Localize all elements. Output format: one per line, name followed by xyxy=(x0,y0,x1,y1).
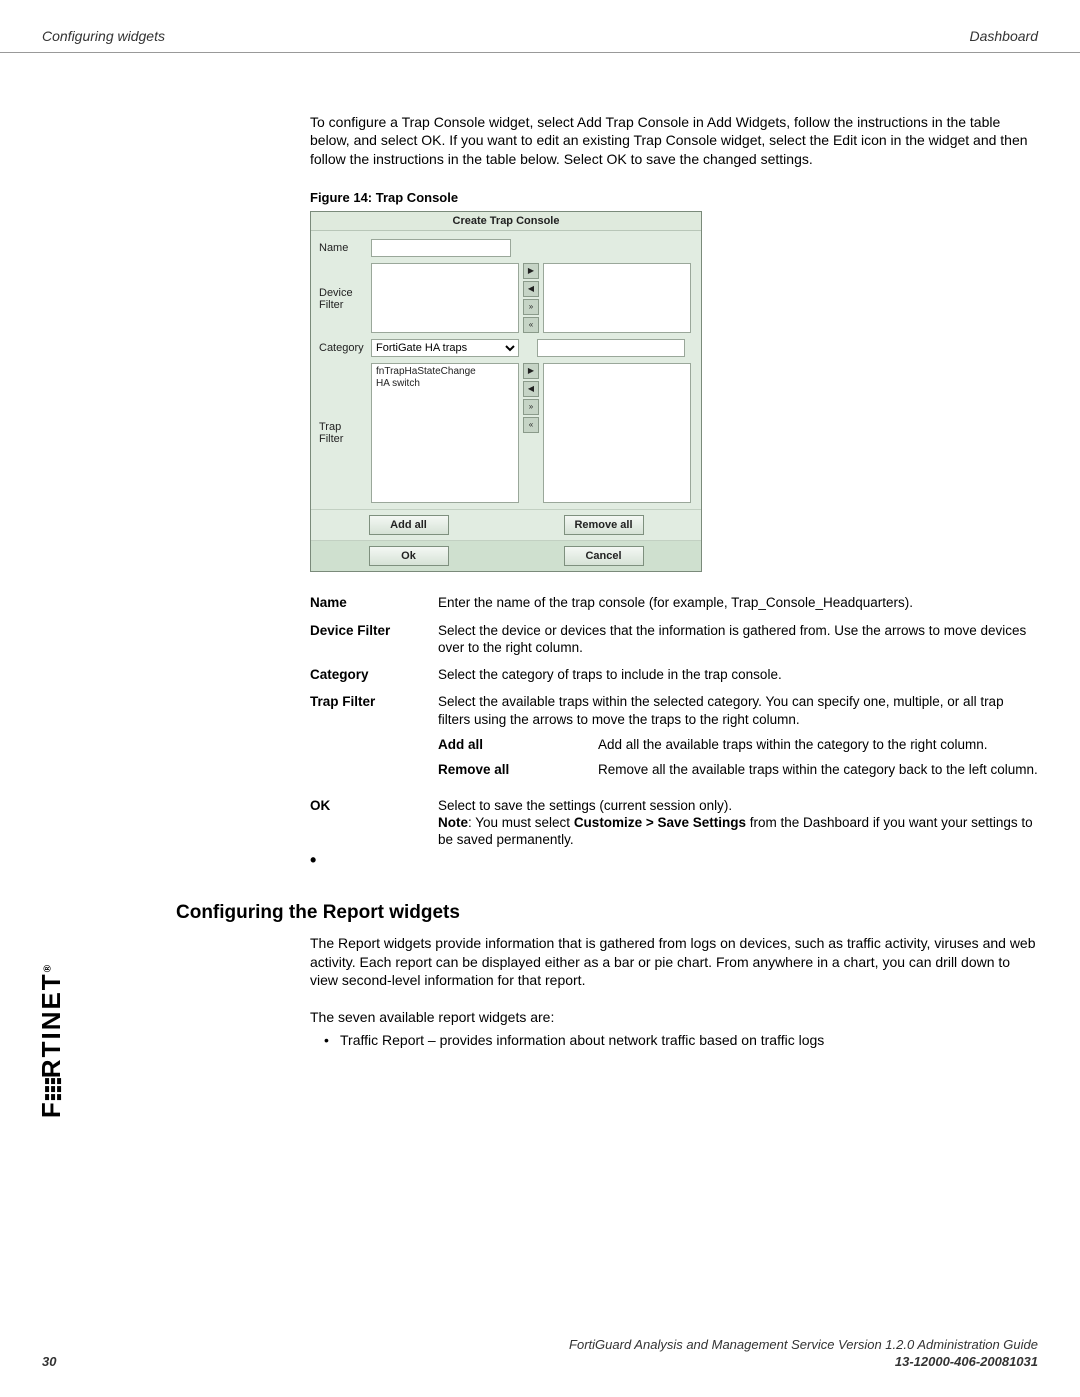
def-desc-device-filter: Select the device or devices that the in… xyxy=(438,622,1038,657)
footer-page-number: 30 xyxy=(42,1354,56,1369)
trap-move-all-left-icon[interactable]: « xyxy=(523,417,539,433)
fortinet-logo: FRTINET® xyxy=(38,950,66,1130)
def-desc-ok: Select to save the settings (current ses… xyxy=(438,797,1038,849)
trap-move-left-icon[interactable]: ◀ xyxy=(523,381,539,397)
dialog-title: Create Trap Console xyxy=(311,212,701,231)
report-widgets-para2: The seven available report widgets are: xyxy=(310,1008,1038,1026)
intro-paragraph: To configure a Trap Console widget, sele… xyxy=(310,113,1038,168)
trap-console-dialog: Create Trap Console Name Device Filter ▶… xyxy=(310,211,702,572)
fortinet-logo-icon xyxy=(46,1078,62,1100)
move-all-left-icon[interactable]: « xyxy=(523,317,539,333)
remove-all-button[interactable]: Remove all xyxy=(564,515,644,535)
name-input[interactable] xyxy=(371,239,511,257)
definitions-table: Name Enter the name of the trap console … xyxy=(310,594,1038,848)
footer-doc-title: FortiGuard Analysis and Management Servi… xyxy=(42,1337,1038,1352)
def-desc-name: Enter the name of the trap console (for … xyxy=(438,594,1038,611)
figure-caption: Figure 14: Trap Console xyxy=(310,190,1038,205)
move-right-icon[interactable]: ▶ xyxy=(523,263,539,279)
device-filter-right-list[interactable] xyxy=(543,263,691,333)
label-trap-filter: Trap Filter xyxy=(319,363,371,445)
ok-button[interactable]: Ok xyxy=(369,546,449,566)
move-left-icon[interactable]: ◀ xyxy=(523,281,539,297)
report-widget-bullet-1: • Traffic Report – provides information … xyxy=(324,1032,1038,1048)
cancel-button[interactable]: Cancel xyxy=(564,546,644,566)
def-desc-category: Select the category of traps to include … xyxy=(438,666,1038,683)
trap-filter-left-list[interactable]: fnTrapHaStateChange HA switch xyxy=(371,363,519,503)
def-term-device-filter: Device Filter xyxy=(310,622,438,657)
def-term-ok: OK xyxy=(310,797,438,849)
def-sub-desc-addall: Add all the available traps within the c… xyxy=(598,736,1038,753)
trap-filter-right-list[interactable] xyxy=(543,363,691,503)
def-sub-term-addall: Add all xyxy=(438,736,598,753)
report-widgets-para1: The Report widgets provide information t… xyxy=(310,934,1038,989)
def-term-trap-filter: Trap Filter xyxy=(310,693,438,786)
label-device-filter: Device Filter xyxy=(319,263,371,311)
def-sub-desc-removeall: Remove all the available traps within th… xyxy=(598,761,1038,778)
trap-move-all-right-icon[interactable]: » xyxy=(523,399,539,415)
def-term-category: Category xyxy=(310,666,438,683)
bullet-divider: • xyxy=(310,858,1038,862)
category-select[interactable]: FortiGate HA traps xyxy=(371,339,519,357)
def-term-name: Name xyxy=(310,594,438,611)
label-name: Name xyxy=(319,239,371,254)
def-desc-trap-filter: Select the available traps within the se… xyxy=(438,693,1038,728)
device-filter-left-list[interactable] xyxy=(371,263,519,333)
trap-move-right-icon[interactable]: ▶ xyxy=(523,363,539,379)
category-right-list[interactable] xyxy=(537,339,685,357)
add-all-button[interactable]: Add all xyxy=(369,515,449,535)
def-sub-term-removeall: Remove all xyxy=(438,761,598,778)
label-category: Category xyxy=(319,339,371,354)
move-all-right-icon[interactable]: » xyxy=(523,299,539,315)
header-left: Configuring widgets xyxy=(42,28,165,44)
header-right: Dashboard xyxy=(970,28,1039,44)
section-heading-report-widgets: Configuring the Report widgets xyxy=(176,902,1038,924)
header-divider xyxy=(0,52,1080,53)
footer-doc-id: 13-12000-406-20081031 xyxy=(895,1354,1038,1369)
